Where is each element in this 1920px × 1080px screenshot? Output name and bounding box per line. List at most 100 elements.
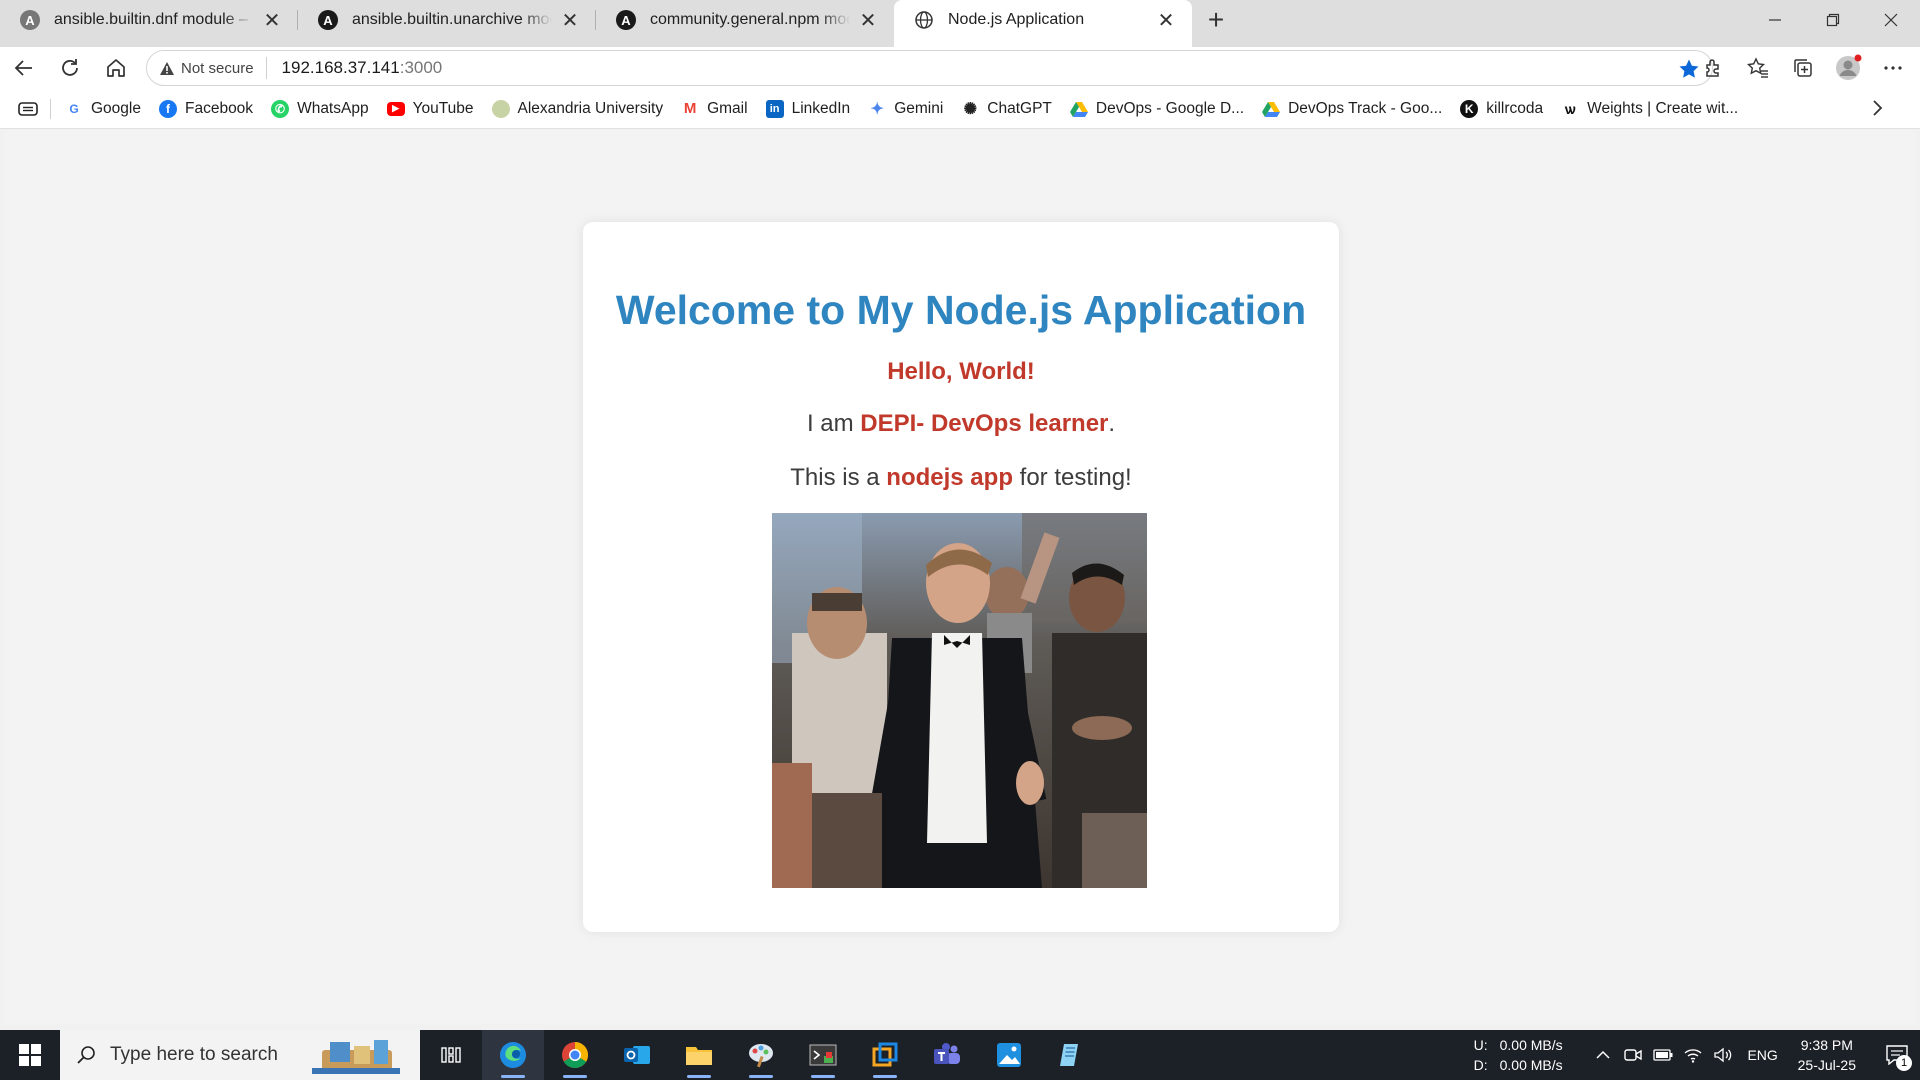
weights-icon: ѡ <box>1564 100 1576 117</box>
google-drive-icon <box>1262 100 1281 118</box>
home-icon <box>107 59 125 77</box>
alexandria-university-icon <box>491 99 510 118</box>
tab-ansible-dnf[interactable]: A ansible.builtin.dnf module – Manage pa… <box>0 0 298 40</box>
notification-center-button[interactable]: 1 <box>1874 1030 1920 1080</box>
linkedin-icon: in <box>765 99 784 118</box>
back-arrow-icon <box>14 60 32 76</box>
system-tray: U: 0.00 MB/s D: 0.00 MB/s ENG 9:38 PM 25… <box>1474 1030 1920 1080</box>
gmail-icon: M <box>683 100 697 117</box>
bookmark-label: Facebook <box>184 99 254 117</box>
url-host: 192.168.37.141 <box>281 58 400 77</box>
restore-icon[interactable] <box>1804 0 1862 40</box>
tab-actions-icon[interactable] <box>18 101 38 117</box>
teams-icon[interactable] <box>916 1030 978 1080</box>
search-placeholder: Type here to search <box>110 1044 278 1065</box>
close-icon[interactable]: ✕ <box>1154 8 1178 32</box>
bookmark-devops-track[interactable]: DevOps Track - Goo... <box>1262 100 1442 118</box>
volume-icon[interactable] <box>1708 1047 1738 1063</box>
bookmark-label: Gmail <box>707 99 748 117</box>
start-button[interactable] <box>0 1030 60 1080</box>
new-tab-button[interactable]: + <box>1194 0 1238 40</box>
site-info-button[interactable]: Not secure <box>159 57 267 79</box>
tab-npm-module[interactable]: A community.general.npm module – Manage … <box>596 0 894 40</box>
bookmark-youtube[interactable]: ▶ YouTube <box>386 99 474 118</box>
tab-nodejs-application[interactable]: Node.js Application ✕ <box>894 0 1192 47</box>
collections-icon[interactable] <box>1780 50 1825 86</box>
bookmark-facebook[interactable]: f Facebook <box>158 99 254 118</box>
bookmark-weights[interactable]: ѡ Weights | Create wit... <box>1561 99 1739 118</box>
paint-icon[interactable] <box>730 1030 792 1080</box>
bookmark-label: YouTube <box>412 99 474 117</box>
bookmark-label: ChatGPT <box>987 99 1052 117</box>
extensions-icon[interactable] <box>1690 50 1735 86</box>
bookmark-label: Gemini <box>894 99 944 117</box>
chatgpt-icon: ✺ <box>963 100 977 118</box>
bookmark-linkedin[interactable]: in LinkedIn <box>765 99 851 118</box>
reload-button[interactable] <box>48 50 92 86</box>
content-card: Welcome to My Node.js Application Hello,… <box>583 222 1339 932</box>
vmware-icon[interactable] <box>854 1030 916 1080</box>
network-speed-meter: U: 0.00 MB/s D: 0.00 MB/s <box>1474 1035 1576 1075</box>
chevron-right-icon[interactable] <box>1872 99 1884 122</box>
page-viewport: Welcome to My Node.js Application Hello,… <box>4 130 1916 1024</box>
close-icon[interactable]: ✕ <box>260 8 284 32</box>
upload-label: U: <box>1473 1037 1488 1053</box>
bookmark-label: LinkedIn <box>791 99 851 117</box>
browser-toolbar-buttons <box>1690 47 1915 89</box>
more-options-icon[interactable] <box>1870 50 1915 86</box>
file-explorer-icon[interactable] <box>668 1030 730 1080</box>
photos-icon[interactable] <box>978 1030 1040 1080</box>
tab-ansible-unarchive[interactable]: A ansible.builtin.unarchive module – Unp… <box>298 0 596 40</box>
windows-taskbar: Type here to search U: 0.00 MB/s D: 0.00… <box>0 1030 1920 1080</box>
outlook-icon[interactable] <box>606 1030 668 1080</box>
tab-title: Node.js Application <box>948 11 1085 28</box>
bookmark-label: killrcoda <box>1486 99 1544 117</box>
bookmark-label: Weights | Create wit... <box>1587 99 1739 117</box>
bookmark-whatsapp[interactable]: ✆ WhatsApp <box>271 99 369 118</box>
meet-now-icon[interactable] <box>1618 1047 1648 1063</box>
address-bar[interactable]: Not secure 192.168.37.141:3000 <box>146 50 1713 86</box>
url-port: :3000 <box>399 58 443 77</box>
bookmark-devops-drive[interactable]: DevOps - Google D... <box>1069 100 1244 118</box>
bookmark-gemini[interactable]: ✦ Gemini <box>868 100 943 118</box>
intro-suffix: . <box>1108 410 1116 437</box>
edge-icon[interactable] <box>482 1030 544 1080</box>
task-view-icon[interactable] <box>420 1030 482 1080</box>
bookmark-label: DevOps Track - Goo... <box>1288 99 1443 117</box>
tab-title: ansible.builtin.unarchive module – Unpac… <box>352 11 552 28</box>
bookmark-gmail[interactable]: M Gmail <box>681 99 748 118</box>
upload-speed: 0.00 MB/s <box>1499 1037 1563 1053</box>
close-icon[interactable]: ✕ <box>558 8 582 32</box>
notepad-icon[interactable] <box>1040 1030 1102 1080</box>
close-window-icon[interactable] <box>1862 0 1920 40</box>
window-controls <box>1746 0 1920 40</box>
favorites-icon[interactable] <box>1735 50 1780 86</box>
close-icon[interactable]: ✕ <box>856 8 880 32</box>
purpose-suffix: for testing! <box>1012 464 1132 491</box>
ansible-icon: A <box>318 10 338 30</box>
profile-avatar[interactable] <box>1825 50 1870 86</box>
tab-title: community.general.npm module – Manage no… <box>650 11 850 28</box>
bookmarks-divider <box>50 98 51 119</box>
minimize-icon[interactable] <box>1746 0 1804 40</box>
bookmark-killercoda[interactable]: Kkillrcoda <box>1460 99 1544 118</box>
url-text[interactable]: 192.168.37.141:3000 <box>282 58 443 78</box>
terminal-icon[interactable] <box>792 1030 854 1080</box>
wifi-icon[interactable] <box>1678 1047 1708 1063</box>
back-button[interactable] <box>2 50 46 86</box>
bookmark-google[interactable]: G Google <box>65 100 141 118</box>
chrome-icon[interactable] <box>544 1030 606 1080</box>
taskbar-search-box[interactable]: Type here to search <box>60 1030 420 1080</box>
clock[interactable]: 9:38 PM 25-Jul-25 <box>1798 1035 1856 1075</box>
greeting-text: Hello, World! <box>887 358 1035 385</box>
bookmark-alexandria-university[interactable]: Alexandria University <box>491 99 663 118</box>
chevron-up-icon[interactable] <box>1588 1050 1618 1060</box>
battery-icon[interactable] <box>1648 1049 1678 1061</box>
google-icon: G <box>69 101 79 116</box>
bookmark-chatgpt[interactable]: ✺ ChatGPT <box>961 100 1052 118</box>
youtube-icon: ▶ <box>386 101 405 116</box>
language-indicator[interactable]: ENG <box>1738 1047 1788 1063</box>
home-button[interactable] <box>94 50 138 86</box>
intro-highlight: DEPI- DevOps learner <box>860 410 1109 437</box>
bookmark-label: Google <box>91 99 141 117</box>
